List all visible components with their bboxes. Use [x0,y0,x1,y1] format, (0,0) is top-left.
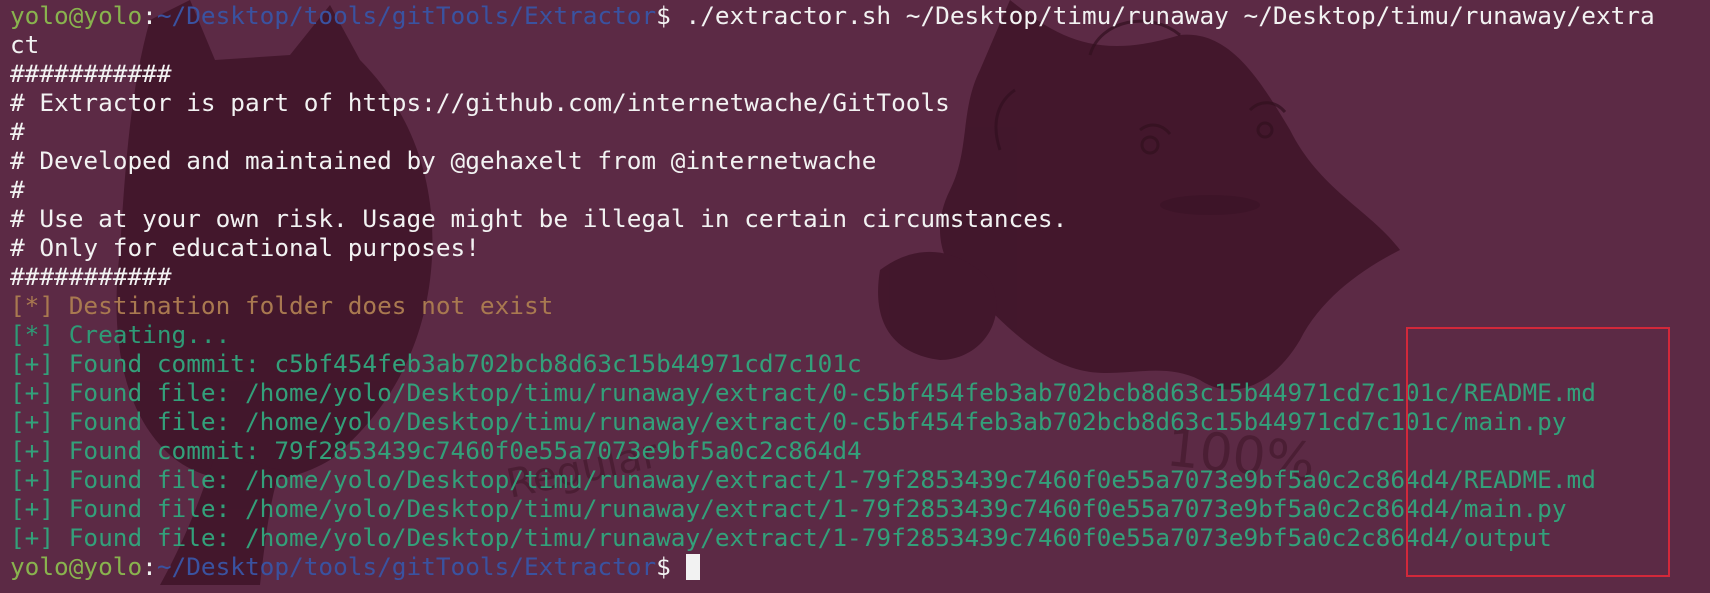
banner-line: # Extractor is part of https://github.co… [10,88,950,117]
banner-line: # [10,117,25,146]
banner-line: # Only for educational purposes! [10,233,480,262]
command-text: ./extractor.sh ~/Desktop/timu/runaway ~/… [670,1,1655,30]
prompt-symbol: $ [656,1,671,30]
banner-line: # [10,175,25,204]
banner-line: # Developed and maintained by @gehaxelt … [10,146,877,175]
banner-line: ########### [10,262,172,291]
banner-line: # Use at your own risk. Usage might be i… [10,204,1068,233]
prompt-line: yolo@yolo:~/Desktop/tools/gitTools/Extra… [10,1,1700,30]
prompt-user-host: yolo@yolo [10,1,143,30]
prompt-user-host: yolo@yolo [10,552,143,581]
command-text-wrap: ct [10,30,40,59]
annotation-highlight-box [1406,327,1670,577]
prompt-cwd: ~/Desktop/tools/gitTools/Extractor [156,1,657,30]
prompt-separator: : [142,1,157,30]
banner-line: ########### [10,59,172,88]
text-cursor[interactable] [685,554,700,580]
status-line-warning: [*] Destination folder does not exist [10,291,554,320]
prompt-separator: : [142,552,157,581]
prompt-symbol: $ [656,552,671,581]
prompt-cwd: ~/Desktop/tools/gitTools/Extractor [156,552,657,581]
